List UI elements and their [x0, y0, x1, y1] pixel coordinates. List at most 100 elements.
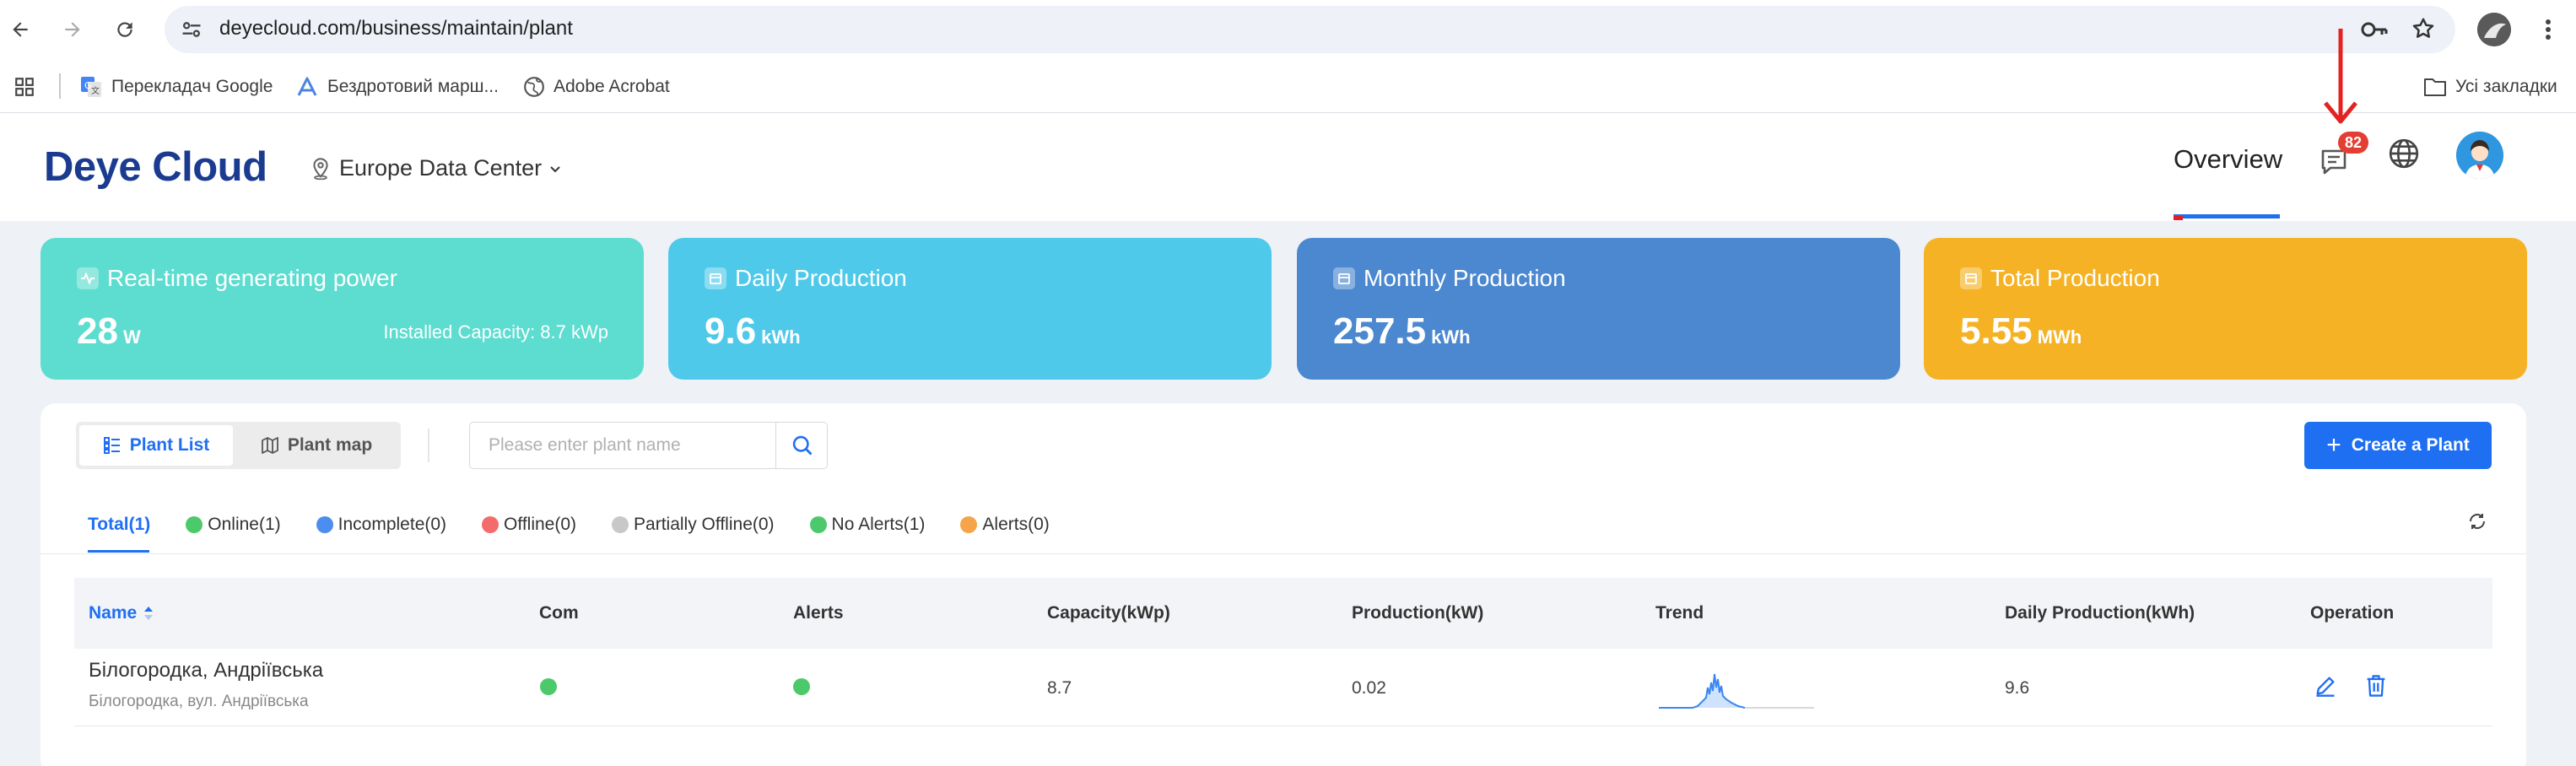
filter-divider	[41, 553, 2526, 554]
filter-label: No Alerts(1)	[831, 515, 926, 534]
table-header: Name Com Alerts Capacity(kWp) Production…	[74, 578, 2492, 649]
browser-chrome: deyecloud.com/business/maintain/plant G文…	[0, 0, 2576, 113]
toolbar-divider	[428, 429, 429, 462]
plant-search-input[interactable]	[470, 423, 775, 468]
filter-label: Offline(0)	[504, 515, 577, 534]
forward-button[interactable]	[56, 13, 89, 46]
filter-label: Alerts(0)	[982, 515, 1050, 534]
bookmark-google-translate[interactable]: G文 Перекладач Google	[79, 74, 273, 100]
card-title: Monthly Production	[1364, 265, 1566, 291]
filter-label: Total(1)	[88, 515, 151, 534]
reload-icon	[117, 22, 132, 37]
bookmark-router[interactable]: Бездротовий марш...	[295, 74, 499, 100]
filter-label: Online(1)	[208, 515, 281, 534]
plant-address: Білогородка, вул. Андріївська	[89, 693, 309, 710]
map-icon	[261, 437, 278, 454]
all-bookmarks-label: Усі закладки	[2455, 77, 2557, 96]
card-value: 257.5	[1333, 310, 1427, 352]
svg-text:文: 文	[91, 85, 100, 96]
card-daily-production: Daily Production 9.6 kWh	[668, 238, 1272, 380]
card-realtime-power: Real-time generating power 28 W Installed…	[41, 238, 644, 380]
data-center-label: Europe Data Center	[339, 155, 543, 181]
status-dot-no-alerts	[809, 516, 827, 533]
app-header: Deye Cloud Europe Data Center Overview 8…	[0, 29, 2576, 221]
bookmark-adobe-acrobat[interactable]: Adobe Acrobat	[523, 74, 670, 100]
filter-alerts[interactable]: Alerts(0)	[960, 515, 1050, 535]
calendar-icon	[1333, 267, 1355, 289]
refresh-button[interactable]	[2467, 511, 2487, 531]
column-name[interactable]: Name	[89, 603, 154, 623]
address-bar[interactable]: deyecloud.com/business/maintain/plant	[165, 6, 2455, 53]
status-dot-offline	[482, 516, 500, 533]
back-button[interactable]	[3, 13, 37, 46]
alert-status-dot	[793, 678, 810, 695]
plant-name[interactable]: Білогородка, Андріївська	[89, 659, 323, 682]
status-dot-partially-offline	[612, 516, 629, 533]
browser-menu-button[interactable]	[2531, 13, 2565, 46]
user-avatar[interactable]	[2456, 132, 2503, 179]
calendar-icon	[1960, 267, 1982, 289]
deye-cloud-logo[interactable]: Deye Cloud	[44, 143, 267, 191]
pulse-icon	[77, 267, 99, 289]
filter-total[interactable]: Total(1)	[88, 515, 150, 535]
filter-no-alerts[interactable]: No Alerts(1)	[809, 515, 926, 535]
view-toggle: Plant List Plant map	[76, 422, 401, 469]
data-center-selector[interactable]: Europe Data Center	[309, 155, 569, 181]
com-status-dot	[540, 678, 557, 695]
nav-overview[interactable]: Overview	[2174, 144, 2282, 175]
edit-pencil-icon	[2316, 677, 2335, 697]
delete-button[interactable]	[2364, 673, 2388, 699]
column-operation: Operation	[2310, 603, 2395, 623]
column-label: Name	[89, 603, 138, 623]
bookmark-label: Бездротовий марш...	[327, 77, 499, 96]
nav-active-underline	[2174, 214, 2280, 218]
bookmarks-separator	[59, 73, 61, 99]
apps-grid-button[interactable]	[14, 74, 44, 100]
plant-production: 0.02	[1352, 678, 1386, 698]
globe-icon	[524, 77, 544, 97]
back-arrow-icon	[13, 22, 28, 37]
edit-button[interactable]	[2314, 674, 2337, 698]
plant-map-tab[interactable]: Plant map	[236, 425, 397, 466]
plant-capacity: 8.7	[1047, 678, 1072, 698]
status-dot-online	[186, 516, 203, 533]
card-value: 28	[77, 310, 118, 352]
plant-list-tab[interactable]: Plant List	[79, 425, 233, 466]
filter-incomplete[interactable]: Incomplete(0)	[316, 515, 446, 535]
filter-online[interactable]: Online(1)	[186, 515, 281, 535]
table-row[interactable]: Білогородка, Андріївська Білогородка, ву…	[74, 649, 2492, 726]
column-alerts: Alerts	[793, 603, 844, 623]
column-capacity: Capacity(kWp)	[1047, 603, 1170, 623]
card-unit: MWh	[2037, 326, 2082, 348]
status-filter-tabs: Total(1) Online(1) Incomplete(0) Offline…	[88, 508, 1085, 542]
bookmark-star-icon[interactable]	[2411, 16, 2436, 41]
card-title: Total Production	[1990, 265, 2160, 291]
site-settings-icon[interactable]	[180, 18, 203, 41]
reload-button[interactable]	[108, 13, 142, 46]
search-button[interactable]	[775, 423, 828, 468]
plant-list-panel: Plant List Plant map + Create a Plant To…	[41, 403, 2526, 766]
bookmark-label: Перекладач Google	[111, 77, 273, 96]
create-plant-label: Create a Plant	[2351, 435, 2470, 455]
apps-grid-icon	[15, 78, 34, 96]
url-text[interactable]: deyecloud.com/business/maintain/plant	[219, 17, 573, 40]
card-unit: W	[122, 326, 141, 348]
column-trend: Trend	[1655, 603, 1704, 623]
trend-sparkline	[1659, 673, 1814, 709]
card-unit: kWh	[1431, 326, 1471, 348]
message-count-badge: 82	[2338, 132, 2369, 154]
plant-map-label: Plant map	[287, 435, 373, 455]
create-plant-button[interactable]: + Create a Plant	[2304, 422, 2492, 469]
bookmark-label: Adobe Acrobat	[554, 77, 670, 96]
plus-icon: +	[2326, 431, 2341, 459]
user-avatar-icon	[2456, 132, 2503, 179]
card-total-production: Total Production 5.55 MWh	[1924, 238, 2527, 380]
all-bookmarks-button[interactable]: Усі закладки	[2423, 74, 2557, 100]
password-key-icon[interactable]	[2360, 17, 2389, 42]
language-button[interactable]	[2387, 137, 2421, 170]
browser-profile-avatar[interactable]	[2477, 13, 2511, 46]
filter-partially-offline[interactable]: Partially Offline(0)	[612, 515, 775, 535]
filter-offline[interactable]: Offline(0)	[482, 515, 576, 535]
sort-icon	[144, 607, 154, 620]
red-annotation-arrow	[2324, 29, 2357, 124]
